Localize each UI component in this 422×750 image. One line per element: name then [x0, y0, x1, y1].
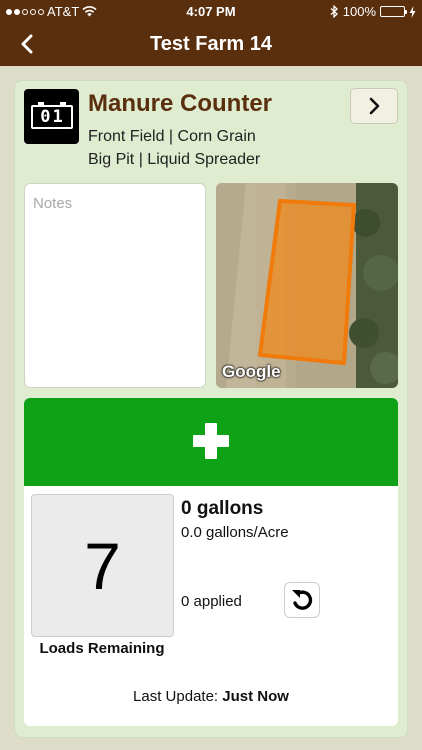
undo-button[interactable]: [284, 582, 320, 618]
field-map[interactable]: Google: [216, 183, 398, 388]
satellite-imagery: [216, 183, 398, 388]
page-title: Test Farm 14: [150, 33, 272, 55]
counter-title: Manure Counter: [88, 90, 273, 117]
loads-remaining-label: Loads Remaining: [39, 640, 165, 657]
charging-bolt-icon: [409, 5, 416, 18]
add-load-button[interactable]: [24, 398, 398, 486]
last-update-label: Last Update:: [133, 688, 219, 705]
status-bar: AT&T 4:07 PM 100%: [0, 0, 422, 22]
applied-count: 0 applied: [181, 593, 242, 610]
gallons-total: 0 gallons: [181, 498, 264, 519]
battery-icon: [380, 6, 407, 17]
gallons-per-acre: 0.0 gallons/Acre: [181, 524, 289, 541]
chevron-right-icon: [369, 97, 380, 115]
map-attribution: Google: [222, 362, 281, 381]
status-right: 100%: [330, 4, 416, 19]
notes-field[interactable]: Notes: [24, 183, 206, 388]
last-update: Last Update: Just Now: [24, 688, 398, 705]
source-spreader-label: Big Pit | Liquid Spreader: [88, 151, 261, 168]
navigation-bar: Test Farm 14: [0, 22, 422, 66]
battery-percent: 100%: [342, 4, 376, 19]
counter-logo-icon: 01: [24, 89, 79, 144]
counter-details-button[interactable]: [350, 88, 398, 124]
undo-icon: [292, 590, 313, 610]
loads-remaining-count: 7: [31, 494, 174, 637]
last-update-value: Just Now: [222, 688, 289, 705]
field-crop-label: Front Field | Corn Grain: [88, 128, 256, 145]
bluetooth-icon: [330, 5, 338, 18]
